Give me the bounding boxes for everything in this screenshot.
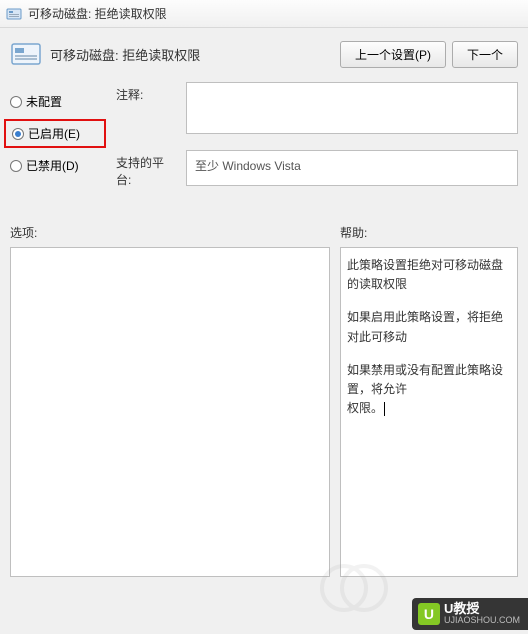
radio-disabled[interactable]: 已禁用(D) bbox=[10, 157, 100, 174]
help-text-line: 此策略设置拒绝对可移动磁盘的读取权限 bbox=[347, 256, 511, 294]
platform-label: 支持的平台: bbox=[116, 150, 176, 188]
previous-setting-button[interactable]: 上一个设置(P) bbox=[340, 41, 446, 68]
text-cursor-icon bbox=[384, 402, 385, 416]
content-area: 可移动磁盘: 拒绝读取权限 上一个设置(P) 下一个 未配置 已启用(E) 已禁… bbox=[0, 28, 528, 587]
options-label: 选项: bbox=[10, 224, 340, 241]
comment-row: 注释: bbox=[116, 82, 518, 134]
watermark-url: UJIAOSHOU.COM bbox=[444, 616, 520, 626]
radio-not-configured[interactable]: 未配置 bbox=[10, 93, 100, 110]
enabled-highlight: 已启用(E) bbox=[4, 119, 106, 148]
watermark-text: U教授 UJIAOSHOU.COM bbox=[444, 602, 520, 626]
radio-icon bbox=[10, 160, 22, 172]
radio-icon-checked bbox=[12, 128, 24, 140]
right-column: 注释: 支持的平台: 至少 Windows Vista bbox=[116, 82, 518, 204]
platform-row: 支持的平台: 至少 Windows Vista bbox=[116, 150, 518, 188]
help-label: 帮助: bbox=[340, 224, 367, 241]
next-setting-button[interactable]: 下一个 bbox=[452, 41, 518, 68]
options-panel bbox=[10, 247, 330, 577]
watermark-logo-icon: U bbox=[418, 603, 440, 625]
policy-large-icon bbox=[10, 38, 42, 70]
help-text-span: 权限。 bbox=[347, 401, 383, 415]
window-title: 可移动磁盘: 拒绝读取权限 bbox=[28, 5, 167, 22]
help-panel: 此策略设置拒绝对可移动磁盘的读取权限 如果启用此策略设置，将拒绝对此可移动 如果… bbox=[340, 247, 518, 577]
radio-enabled[interactable]: 已启用(E) bbox=[12, 125, 98, 142]
watermark: U U教授 UJIAOSHOU.COM bbox=[412, 598, 528, 630]
help-text-line: 如果启用此策略设置，将拒绝对此可移动 bbox=[347, 308, 511, 346]
policy-icon bbox=[6, 6, 22, 22]
nav-buttons: 上一个设置(P) 下一个 bbox=[340, 41, 518, 68]
main-layout: 未配置 已启用(E) 已禁用(D) 注释: 支持的平台: 至少 Windows … bbox=[10, 82, 518, 204]
radio-icon bbox=[10, 96, 22, 108]
panels-row: 此策略设置拒绝对可移动磁盘的读取权限 如果启用此策略设置，将拒绝对此可移动 如果… bbox=[10, 247, 518, 577]
state-radio-group: 未配置 已启用(E) 已禁用(D) bbox=[10, 82, 100, 204]
help-text-line: 如果禁用或没有配置此策略设置，将允许 权限。 bbox=[347, 361, 511, 419]
watermark-brand: U教授 bbox=[444, 602, 520, 616]
comment-label: 注释: bbox=[116, 82, 176, 103]
radio-label: 已启用(E) bbox=[28, 125, 80, 142]
radio-label: 未配置 bbox=[26, 93, 62, 110]
header-row: 可移动磁盘: 拒绝读取权限 上一个设置(P) 下一个 bbox=[10, 38, 518, 70]
comment-input[interactable] bbox=[186, 82, 518, 134]
radio-label: 已禁用(D) bbox=[26, 157, 79, 174]
section-labels: 选项: 帮助: bbox=[10, 224, 518, 241]
help-text-span: 如果禁用或没有配置此策略设置，将允许 bbox=[347, 363, 503, 396]
platform-value: 至少 Windows Vista bbox=[186, 150, 518, 186]
page-title: 可移动磁盘: 拒绝读取权限 bbox=[50, 45, 332, 64]
titlebar: 可移动磁盘: 拒绝读取权限 bbox=[0, 0, 528, 28]
